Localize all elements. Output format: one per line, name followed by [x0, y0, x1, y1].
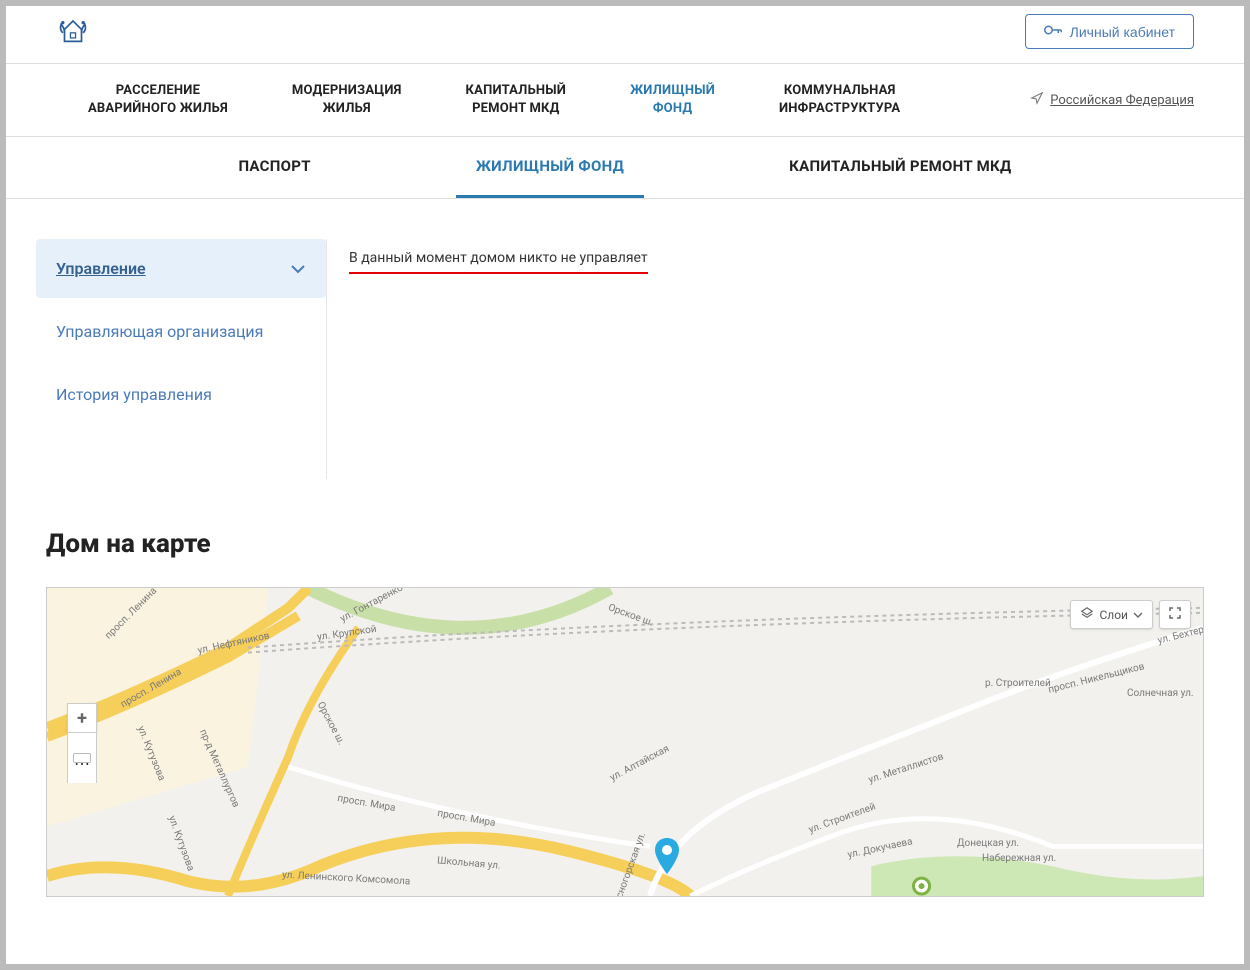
nav-item-capital-repair[interactable]: КАПИТАЛЬНЫЙРЕМОНТ МКД — [434, 82, 599, 118]
map-road-label: Донецкая ул. — [957, 838, 1019, 849]
header: Личный кабинет — [6, 6, 1244, 64]
location-arrow-icon — [1030, 91, 1044, 109]
map-fullscreen-button[interactable] — [1159, 600, 1191, 629]
nav-item-modernization[interactable]: МОДЕРНИЗАЦИЯЖИЛЬЯ — [260, 82, 434, 118]
map-layers-button[interactable]: Слои — [1070, 600, 1153, 629]
main-panel: В данный момент домом никто не управляет — [326, 239, 1214, 479]
sidebar: Управление Управляющая организация Истор… — [36, 239, 326, 479]
no-management-notice: В данный момент домом никто не управляет — [349, 250, 648, 274]
map-pin-icon — [655, 838, 679, 878]
zoom-slider[interactable]: ⋯ — [67, 733, 97, 783]
map-road-label: р. Строителей — [985, 678, 1051, 689]
chevron-down-icon — [290, 259, 306, 278]
tab-housing-fund[interactable]: ЖИЛИЩНЫЙ ФОНД — [456, 157, 644, 198]
region-label: Российская Федерация — [1050, 93, 1194, 108]
sidebar-item-history[interactable]: История управления — [36, 365, 326, 424]
sidebar-item-management[interactable]: Управление — [36, 239, 326, 298]
nav-item-infrastructure[interactable]: КОММУНАЛЬНАЯИНФРАСТРУКТУРА — [747, 82, 932, 118]
key-icon — [1044, 23, 1062, 40]
nav-item-housing-fund[interactable]: ЖИЛИЩНЫЙФОНД — [598, 82, 747, 118]
chevron-down-icon — [1133, 608, 1143, 622]
map-title: Дом на карте — [46, 529, 1204, 559]
content-area: Управление Управляющая организация Истор… — [6, 199, 1244, 499]
login-button[interactable]: Личный кабинет — [1025, 14, 1194, 49]
nav-item-resettlement[interactable]: РАССЕЛЕНИЕАВАРИЙНОГО ЖИЛЬЯ — [56, 82, 260, 118]
layers-icon — [1080, 606, 1094, 623]
tab-capital-repair[interactable]: КАПИТАЛЬНЫЙ РЕМОНТ МКД — [769, 157, 1031, 198]
map-road-label: Набережная ул. — [982, 853, 1056, 864]
main-nav: РАССЕЛЕНИЕАВАРИЙНОГО ЖИЛЬЯ МОДЕРНИЗАЦИЯЖ… — [6, 64, 1244, 137]
tab-passport[interactable]: ПАСПОРТ — [218, 157, 330, 198]
region-selector[interactable]: Российская Федерация — [1030, 91, 1194, 109]
map-background — [47, 588, 1203, 896]
expand-icon — [1169, 607, 1181, 622]
map-container[interactable]: просп. Ленинаул. Нефтяниковул. Крупскойу… — [46, 587, 1204, 897]
map-zoom-controls: + ⋯ − — [67, 703, 97, 783]
map-section: Дом на карте просп. Ленинаул. Нефтяников… — [6, 499, 1244, 897]
sidebar-item-managing-org[interactable]: Управляющая организация — [36, 302, 326, 361]
login-label: Личный кабинет — [1070, 24, 1175, 40]
sub-nav: ПАСПОРТ ЖИЛИЩНЫЙ ФОНД КАПИТАЛЬНЫЙ РЕМОНТ… — [6, 137, 1244, 199]
map-top-controls: Слои — [1070, 600, 1191, 629]
map-road-label: Солнечная ул. — [1127, 688, 1194, 699]
zoom-handle[interactable]: ⋯ — [73, 753, 91, 763]
site-logo[interactable] — [56, 17, 90, 47]
zoom-in-button[interactable]: + — [67, 703, 97, 733]
